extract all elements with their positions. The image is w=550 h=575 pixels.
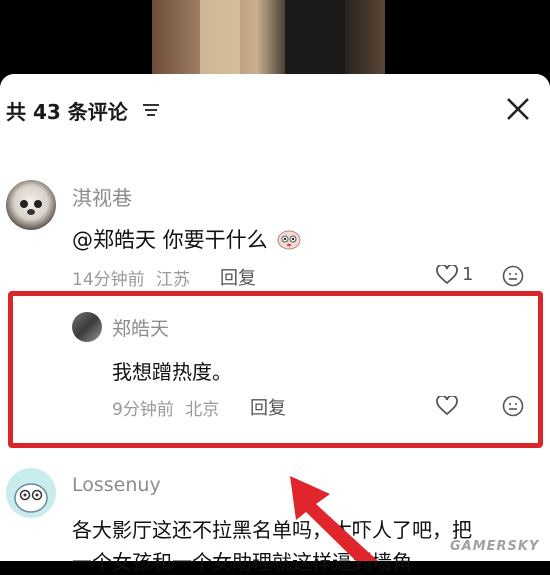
comment-text: @郑皓天 你要干什么 bbox=[72, 224, 302, 254]
comment-meta: 14分钟前 江苏 bbox=[72, 265, 190, 290]
comment-text-body: @郑皓天 你要干什么 bbox=[72, 228, 268, 252]
like-count: 1 bbox=[462, 264, 474, 285]
reply-button[interactable]: 回复 bbox=[220, 264, 256, 290]
reply-meta: 9分钟前 北京 bbox=[112, 395, 219, 420]
heart-icon[interactable] bbox=[436, 396, 458, 416]
comment-header: 共 43 条评论 bbox=[0, 74, 550, 142]
video-figure-left bbox=[200, 0, 240, 74]
video-frame bbox=[152, 0, 385, 74]
emoji-react-icon[interactable] bbox=[502, 265, 524, 287]
reply-username[interactable]: 郑皓天 bbox=[112, 314, 169, 341]
reply-text: 我想蹭热度。 bbox=[112, 360, 232, 384]
watermark: GAMERSKY bbox=[450, 539, 540, 554]
video-preview[interactable] bbox=[0, 0, 550, 74]
avatar[interactable] bbox=[6, 468, 56, 518]
comment-sheet: 共 43 条评论 淇视巷 @郑皓天 你要干什么 14分钟前 江苏 回复 1 郑皓… bbox=[0, 74, 550, 574]
comment-location: 江苏 bbox=[156, 270, 191, 290]
reply-time: 9分钟前 bbox=[112, 400, 174, 420]
avatar[interactable] bbox=[6, 180, 56, 230]
emoji-icon bbox=[277, 230, 301, 250]
sort-icon[interactable] bbox=[142, 103, 160, 117]
heart-icon[interactable] bbox=[436, 265, 458, 285]
close-icon[interactable] bbox=[505, 96, 531, 122]
avatar[interactable] bbox=[72, 312, 102, 342]
reply-button[interactable]: 回复 bbox=[250, 394, 286, 420]
comment-username[interactable]: 淇视巷 bbox=[72, 182, 132, 211]
comment-text-line1: 各大影厅这还不拉黑名单吗，太吓人了吧，把 bbox=[72, 518, 472, 542]
comment-count-title: 共 43 条评论 bbox=[6, 100, 128, 124]
reply-location: 北京 bbox=[185, 400, 220, 420]
emoji-react-icon[interactable] bbox=[502, 395, 524, 417]
comment-username[interactable]: Lossenuy bbox=[72, 474, 161, 496]
comment-time: 14分钟前 bbox=[72, 270, 145, 290]
video-figure-right bbox=[285, 0, 345, 74]
